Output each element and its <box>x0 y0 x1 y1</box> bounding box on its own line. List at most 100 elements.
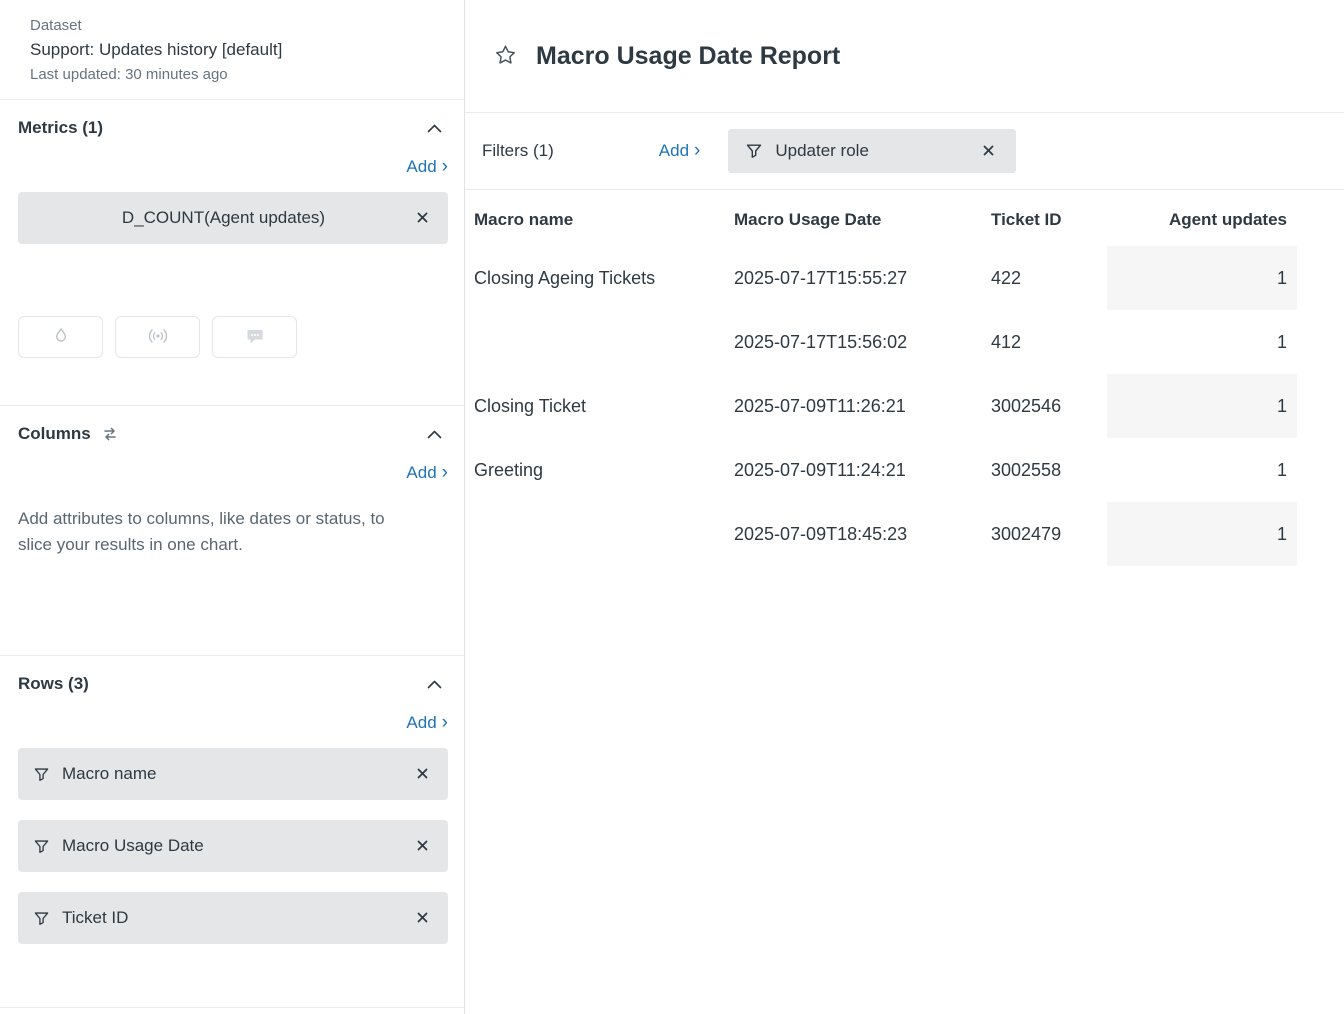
metrics-title: Metrics (1) <box>18 116 103 140</box>
report-main: Macro Usage Date Report Filters (1) Add ›… <box>465 0 1344 1014</box>
header-agent-updates[interactable]: Agent updates <box>1107 204 1297 246</box>
row-chip-label: Macro Usage Date <box>62 836 413 856</box>
table-row: 2025-07-17T15:56:02 412 1 <box>474 310 1297 374</box>
rows-panel: Rows (3) Add › Macro name <box>0 656 464 1008</box>
metrics-add-label: Add <box>406 157 436 176</box>
remove-row-macro-usage-date-button[interactable] <box>413 835 432 858</box>
close-icon <box>417 911 428 926</box>
broadcast-icon <box>148 328 168 347</box>
columns-add-label: Add <box>406 463 436 482</box>
cell-macro-name: Closing Ageing Tickets <box>474 246 734 310</box>
filter-chip-label: Updater role <box>775 141 955 161</box>
filter-funnel-icon <box>34 767 49 782</box>
cell-agent-updates: 1 <box>1107 374 1297 438</box>
filters-add-button[interactable]: Add › <box>659 141 701 160</box>
rows-add-button[interactable]: Add › <box>406 713 448 732</box>
chevron-right-icon: › <box>442 462 448 483</box>
close-icon <box>983 144 994 159</box>
cell-ticket-id: 412 <box>991 310 1107 374</box>
remove-row-macro-name-button[interactable] <box>413 763 432 786</box>
table-header-row: Macro name Macro Usage Date Ticket ID Ag… <box>474 204 1297 246</box>
close-icon <box>417 211 428 226</box>
remove-row-ticket-id-button[interactable] <box>413 907 432 930</box>
chevron-right-icon: › <box>442 712 448 733</box>
metric-chip[interactable]: D_COUNT(Agent updates) <box>18 192 448 244</box>
header-macro-name[interactable]: Macro name <box>474 204 734 246</box>
dataset-label: Dataset <box>30 16 448 36</box>
columns-title: Columns <box>18 422 91 446</box>
filter-chip-updater-role[interactable]: Updater role <box>728 129 1016 173</box>
speech-bubble-icon <box>246 328 264 347</box>
chevron-up-icon <box>427 121 442 136</box>
dataset-name: Support: Updates history [default] <box>30 38 448 62</box>
dataset-last-updated: Last updated: 30 minutes ago <box>30 64 448 85</box>
close-icon <box>417 767 428 782</box>
table-row: 2025-07-09T18:45:23 3002479 1 <box>474 502 1297 566</box>
table-row: Closing Ticket 2025-07-09T11:26:21 30025… <box>474 374 1297 438</box>
swap-axes-icon[interactable] <box>101 426 119 442</box>
report-header: Macro Usage Date Report <box>465 0 1344 113</box>
header-macro-usage-date[interactable]: Macro Usage Date <box>734 204 991 246</box>
cell-macro-name <box>474 310 734 374</box>
columns-panel: Columns Add › Add attributes to columns, … <box>0 406 464 656</box>
rows-title: Rows (3) <box>18 672 89 696</box>
filter-funnel-icon <box>34 911 49 926</box>
columns-helper-text: Add attributes to columns, like dates or… <box>18 506 393 558</box>
chevron-up-icon <box>427 427 442 442</box>
cell-ticket-id: 422 <box>991 246 1107 310</box>
table-row: Closing Ageing Tickets 2025-07-17T15:55:… <box>474 246 1297 310</box>
cell-macro-name: Greeting <box>474 438 734 502</box>
row-chip-ticket-id[interactable]: Ticket ID <box>18 892 448 944</box>
metric-chip-label: D_COUNT(Agent updates) <box>34 208 413 228</box>
broadcast-button[interactable] <box>115 316 200 358</box>
row-chip-macro-usage-date[interactable]: Macro Usage Date <box>18 820 448 872</box>
cell-macro-usage-date: 2025-07-09T11:26:21 <box>734 374 991 438</box>
report-title: Macro Usage Date Report <box>536 42 840 71</box>
favorite-button[interactable] <box>489 39 522 74</box>
dataset-info: Dataset Support: Updates history [defaul… <box>0 0 464 100</box>
rows-add-label: Add <box>406 713 436 732</box>
cell-macro-name <box>474 502 734 566</box>
row-chip-label: Macro name <box>62 764 413 784</box>
color-drop-button[interactable] <box>18 316 103 358</box>
filters-title: Filters (1) <box>482 141 554 161</box>
cell-macro-usage-date: 2025-07-09T11:24:21 <box>734 438 991 502</box>
cell-agent-updates: 1 <box>1107 502 1297 566</box>
cell-ticket-id: 3002479 <box>991 502 1107 566</box>
cell-agent-updates: 1 <box>1107 310 1297 374</box>
cell-agent-updates: 1 <box>1107 246 1297 310</box>
chevron-up-icon <box>427 677 442 692</box>
comment-button[interactable] <box>212 316 297 358</box>
close-icon <box>417 839 428 854</box>
columns-collapse-button[interactable] <box>421 423 448 446</box>
chevron-right-icon: › <box>442 156 448 177</box>
cell-ticket-id: 3002546 <box>991 374 1107 438</box>
row-chip-label: Ticket ID <box>62 908 413 928</box>
chevron-right-icon: › <box>694 140 700 161</box>
results-table: Macro name Macro Usage Date Ticket ID Ag… <box>474 204 1297 566</box>
filters-add-label: Add <box>659 141 689 160</box>
app-window: Dataset Support: Updates history [defaul… <box>0 0 1344 1014</box>
filter-funnel-icon <box>746 143 762 159</box>
metrics-panel: Metrics (1) Add › D_COUNT(Agent updates) <box>0 100 464 406</box>
metrics-collapse-button[interactable] <box>421 117 448 140</box>
metrics-add-button[interactable]: Add › <box>406 157 448 176</box>
table-row: Greeting 2025-07-09T11:24:21 3002558 1 <box>474 438 1297 502</box>
cell-macro-usage-date: 2025-07-09T18:45:23 <box>734 502 991 566</box>
remove-metric-button[interactable] <box>413 207 432 230</box>
row-chip-macro-name[interactable]: Macro name <box>18 748 448 800</box>
droplet-icon <box>53 327 69 348</box>
cell-macro-usage-date: 2025-07-17T15:55:27 <box>734 246 991 310</box>
rows-collapse-button[interactable] <box>421 673 448 696</box>
columns-add-button[interactable]: Add › <box>406 463 448 482</box>
cell-macro-usage-date: 2025-07-17T15:56:02 <box>734 310 991 374</box>
cell-ticket-id: 3002558 <box>991 438 1107 502</box>
remove-filter-updater-role-button[interactable] <box>979 140 998 163</box>
cell-agent-updates: 1 <box>1107 438 1297 502</box>
metric-tools <box>18 316 448 358</box>
filters-bar: Filters (1) Add › Updater role <box>465 113 1344 190</box>
header-ticket-id[interactable]: Ticket ID <box>991 204 1107 246</box>
filter-funnel-icon <box>34 839 49 854</box>
results-table-area: Macro name Macro Usage Date Ticket ID Ag… <box>465 190 1344 566</box>
star-icon <box>493 43 518 70</box>
